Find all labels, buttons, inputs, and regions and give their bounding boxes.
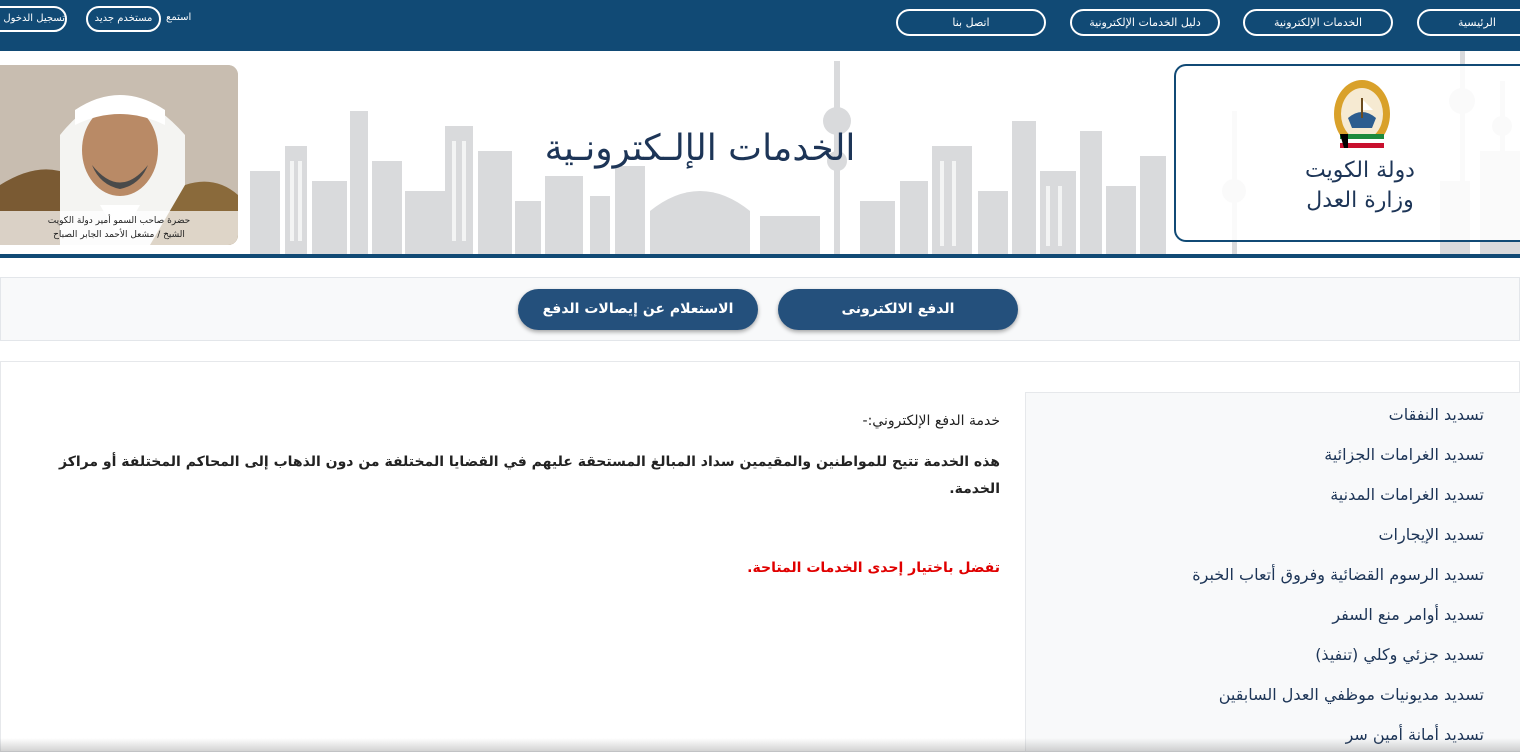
nav-eservices-link[interactable]: الخدمات الإلكترونية (1243, 9, 1393, 36)
nav-contact-link[interactable]: اتصل بنا (896, 9, 1046, 36)
menu-item-alimony[interactable]: تسديد النفقات (1389, 405, 1484, 424)
payment-receipts-inquiry-button[interactable]: الاستعلام عن إيصالات الدفع (518, 289, 758, 330)
page-title: الخدمات الإلـكترونـية (544, 128, 856, 169)
menu-item-judicial-fees[interactable]: تسديد الرسوم القضائية وفروق أتعاب الخبرة (1192, 565, 1484, 584)
portrait-caption: حضرة صاحب السمو أمير دولة الكويت الشيخ /… (0, 211, 238, 245)
menu-item-former-employee-debts[interactable]: تسديد مديونيات موظفي العدل السابقين (1219, 685, 1484, 704)
bottom-shadow (0, 738, 1520, 752)
emir-portrait: حضرة صاحب السمو أمير دولة الكويت الشيخ /… (0, 65, 238, 245)
portrait-caption-line2: الشيخ / مشعل الأحمد الجابر الصباح (53, 230, 185, 240)
menu-item-civil-fines[interactable]: تسديد الغرامات المدنية (1330, 485, 1484, 504)
menu-item-travel-ban-orders[interactable]: تسديد أوامر منع السفر (1332, 605, 1484, 624)
listen-button[interactable]: استمع (166, 12, 191, 23)
nav-home-link[interactable]: الرئيسية (1417, 9, 1520, 36)
menu-item-partial-full-execution[interactable]: تسديد جزئي وكلي (تنفيذ) (1315, 645, 1484, 664)
select-service-prompt: تفضل باختيار إحدى الخدمات المتاحة. (747, 560, 1000, 576)
portrait-caption-line1: حضرة صاحب السمو أمير دولة الكويت (47, 216, 191, 226)
menu-item-criminal-fines[interactable]: تسديد الغرامات الجزائية (1324, 445, 1484, 464)
login-button[interactable]: تسجيل الدخول (0, 6, 67, 32)
electronic-payment-button[interactable]: الدفع الالكترونى (778, 289, 1018, 330)
ministry-country-name: دولة الكويت (1305, 158, 1415, 183)
action-bar (0, 277, 1520, 341)
kuwait-emblem-icon (1334, 80, 1390, 148)
new-user-button[interactable]: مستخدم جديد (86, 6, 161, 32)
menu-item-rents[interactable]: تسديد الإيجارات (1378, 525, 1484, 544)
top-navigation-bar: الرئيسية الخدمات الإلكترونية دليل الخدما… (0, 0, 1520, 51)
banner-divider (0, 254, 1520, 258)
service-description-title: خدمة الدفع الإلكتروني:- (862, 413, 1000, 429)
service-description-body: هذه الخدمة تتيح للمواطنين والمقيمين سداد… (59, 454, 1000, 497)
ministry-name: وزارة العدل (1306, 188, 1414, 213)
nav-services-guide-link[interactable]: دليل الخدمات الإلكترونية (1070, 9, 1220, 36)
